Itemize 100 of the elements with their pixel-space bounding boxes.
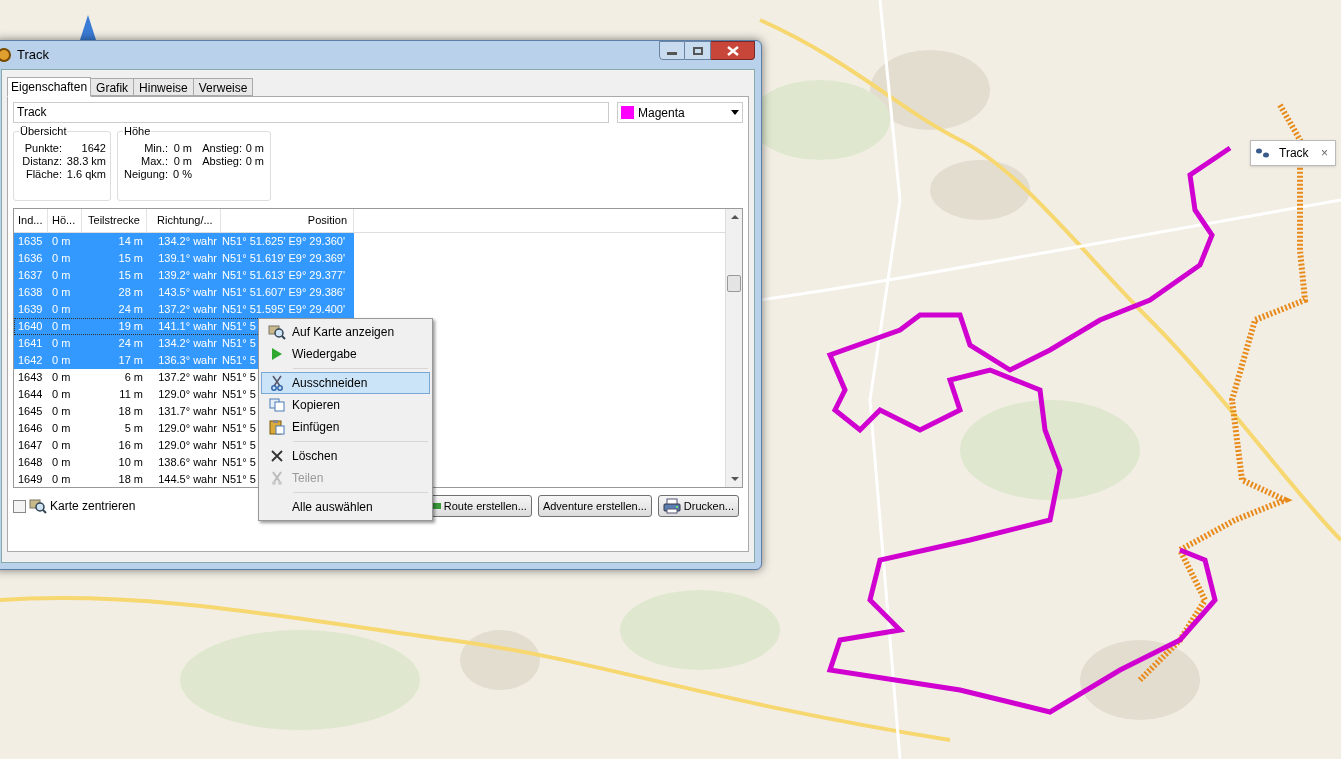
column-header[interactable]: Hö...	[48, 209, 82, 232]
table-cell-text: 1638	[17, 285, 44, 300]
table-cell-text: 1639	[17, 302, 44, 317]
group-title: Übersicht	[19, 125, 68, 138]
footprints-icon	[1255, 147, 1271, 159]
table-cell-text: 1646	[17, 421, 44, 436]
table-cell-text: 143.5° wahr	[157, 285, 218, 300]
table-cell-text: 0 m	[51, 438, 72, 453]
tab[interactable]: Verweise	[193, 78, 254, 96]
table-cell-text: 10 m	[117, 455, 144, 470]
table-cell-text: 0 m	[51, 455, 72, 470]
name-field[interactable]: Track	[13, 102, 609, 123]
table-cell-text: 134.2° wahr	[157, 336, 218, 351]
clipboard-icon	[269, 419, 285, 435]
stat-value: 0 m	[172, 155, 193, 168]
table-cell-text: 0 m	[51, 370, 72, 385]
position-marker-icon	[80, 15, 96, 40]
table-cell-text: 129.0° wahr	[157, 421, 218, 436]
magnifier-icon	[29, 498, 47, 514]
tab[interactable]: Eigenschaften	[7, 77, 92, 97]
column-header[interactable]: Position	[221, 209, 354, 232]
table-cell-text: 0 m	[51, 472, 72, 487]
table-cell-text: 137.2° wahr	[157, 370, 218, 385]
tab[interactable]: Hinweise	[134, 78, 194, 96]
x-icon	[271, 450, 283, 462]
table-cell-text: 0 m	[51, 387, 72, 402]
stat-label: Abstieg:	[201, 155, 242, 168]
scrollbar[interactable]	[725, 209, 742, 487]
scissors-icon	[270, 470, 284, 486]
table-cell-text: 129.0° wahr	[157, 438, 218, 453]
table-cell-text: 0 m	[51, 319, 72, 334]
stat-value: 0 m	[244, 142, 264, 155]
table-cell-text: 5 m	[123, 421, 144, 436]
dialog-button[interactable]: Drucken...	[657, 495, 739, 517]
tab[interactable]: Grafik	[91, 78, 135, 96]
menu-item[interactable]: Alle auswählen	[261, 496, 430, 518]
table-cell-text: 1645	[17, 404, 44, 419]
close-button[interactable]	[711, 41, 755, 60]
table-cell-text: N51° 5	[222, 455, 256, 470]
dialog-button[interactable]: Adventure erstellen...	[537, 495, 652, 517]
route-icon	[432, 503, 441, 509]
table-cell-text: 1640	[17, 319, 44, 334]
group-title: Höhe	[123, 125, 152, 138]
maximize-icon	[692, 46, 703, 55]
track-label-text: Track	[1279, 145, 1309, 162]
table-cell-text: 6 m	[123, 370, 144, 385]
stat-label: Fläche:	[24, 168, 62, 181]
scrollbar-thumb[interactable]	[727, 275, 741, 292]
table-cell-text: 19 m	[117, 319, 144, 334]
scissors-icon	[271, 375, 283, 391]
table-cell-text: 137.2° wahr	[157, 302, 218, 317]
close-icon[interactable]: ×	[1321, 144, 1328, 162]
table-cell-text: 141.1° wahr	[157, 319, 218, 334]
menu-item[interactable]: Ausschneiden	[261, 372, 430, 394]
table-cell-text: 0 m	[51, 404, 72, 419]
scroll-down-icon[interactable]	[731, 477, 739, 481]
table-cell-text: N51° 5	[222, 438, 256, 453]
table-cell-text: N51° 51.595' E9° 29.400'	[222, 302, 346, 317]
stat-label: Punkte:	[23, 142, 62, 155]
table-cell-text: 1636	[17, 251, 44, 266]
table-cell-text: 1641	[17, 336, 44, 351]
play-icon	[271, 347, 283, 361]
stat-value: 38.3 km	[65, 155, 106, 168]
table-cell-text: N51° 51.619' E9° 29.369'	[222, 251, 346, 266]
table-cell-text: 17 m	[117, 353, 144, 368]
magnifier-icon	[268, 324, 286, 340]
table-cell-text: 1644	[17, 387, 44, 402]
table-cell-text: 129.0° wahr	[157, 387, 218, 402]
minimize-button[interactable]	[659, 41, 685, 60]
table-cell-text: 139.2° wahr	[157, 268, 218, 283]
table-cell-text: 15 m	[117, 268, 144, 283]
column-header[interactable]: Ind...	[14, 209, 48, 232]
checkbox[interactable]	[13, 499, 26, 513]
printer-icon	[662, 498, 681, 514]
table-cell-text: 0 m	[51, 421, 72, 436]
stat-label: Neigung:	[122, 168, 168, 181]
window-title: Track	[17, 46, 50, 65]
table-cell-text: N51° 5	[222, 336, 256, 351]
table-cell-text: 24 m	[117, 302, 144, 317]
stat-value: 1.6 qkm	[65, 168, 106, 181]
table-cell-text: 0 m	[51, 353, 72, 368]
track-label[interactable]: Track ×	[1250, 140, 1336, 166]
menu-item[interactable]: Löschen	[261, 445, 430, 467]
table-cell-text: 136.3° wahr	[157, 353, 218, 368]
table-cell-text: 139.1° wahr	[157, 251, 218, 266]
table-cell-text: N51° 5	[222, 421, 256, 436]
stat-label: Min.:	[143, 142, 168, 155]
column-header[interactable]: Richtung/...	[147, 209, 221, 232]
maximize-button[interactable]	[685, 41, 711, 60]
menu-item[interactable]: Kopieren	[261, 394, 430, 416]
table-cell-text: 0 m	[51, 302, 72, 317]
close-icon	[726, 45, 739, 56]
menu-item[interactable]: Einfügen	[261, 416, 430, 438]
table-cell-text: 144.5° wahr	[157, 472, 218, 487]
scroll-up-icon[interactable]	[731, 215, 739, 219]
color-dropdown[interactable]: Magenta	[617, 102, 743, 123]
stat-label: Anstieg:	[201, 142, 242, 155]
column-header[interactable]: Teilstrecke	[82, 209, 147, 232]
table-cell-text: 24 m	[117, 336, 144, 351]
table-cell-text: 0 m	[51, 251, 72, 266]
